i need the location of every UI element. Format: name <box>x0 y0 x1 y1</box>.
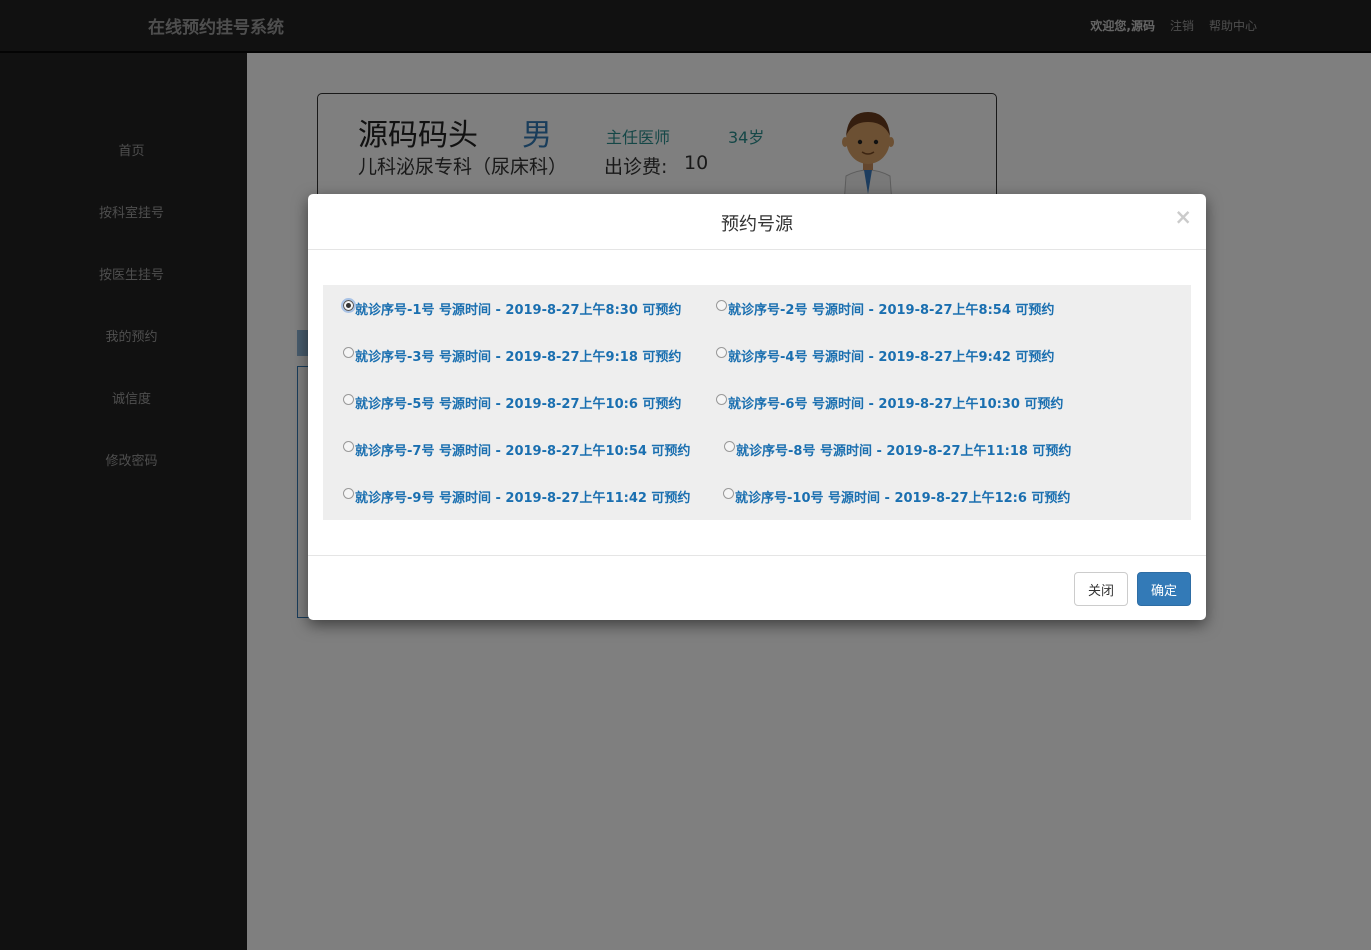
slot-option-9[interactable]: 就诊序号-9号 号源时间 - 2019-8-27上午11:42 可预约 <box>343 487 690 506</box>
radio-button[interactable] <box>341 298 356 313</box>
radio-button[interactable] <box>343 394 354 405</box>
slot-option-3[interactable]: 就诊序号-3号 号源时间 - 2019-8-27上午9:18 可预约 <box>343 346 681 365</box>
modal-title: 预约号源 <box>721 214 793 235</box>
slot-label: 就诊序号-4号 号源时间 - 2019-8-27上午9:42 可预约 <box>728 350 1055 365</box>
slot-label: 就诊序号-2号 号源时间 - 2019-8-27上午8:54 可预约 <box>728 303 1055 318</box>
slot-option-10[interactable]: 就诊序号-10号 号源时间 - 2019-8-27上午12:6 可预约 <box>723 487 1070 506</box>
radio-button[interactable] <box>724 441 735 452</box>
radio-button[interactable] <box>716 300 727 311</box>
slot-option-4[interactable]: 就诊序号-4号 号源时间 - 2019-8-27上午9:42 可预约 <box>716 346 1054 365</box>
close-button[interactable]: 关闭 <box>1074 572 1128 606</box>
slot-label: 就诊序号-8号 号源时间 - 2019-8-27上午11:18 可预约 <box>736 444 1072 459</box>
confirm-button[interactable]: 确定 <box>1137 572 1191 606</box>
slot-option-1[interactable]: 就诊序号-1号 号源时间 - 2019-8-27上午8:30 可预约 <box>341 298 682 318</box>
radio-button[interactable] <box>716 394 727 405</box>
modal-header: 预约号源 × <box>308 194 1206 250</box>
slot-label: 就诊序号-10号 号源时间 - 2019-8-27上午12:6 可预约 <box>735 491 1071 506</box>
radio-button[interactable] <box>343 488 354 499</box>
slot-option-2[interactable]: 就诊序号-2号 号源时间 - 2019-8-27上午8:54 可预约 <box>716 299 1054 318</box>
slot-label: 就诊序号-9号 号源时间 - 2019-8-27上午11:42 可预约 <box>355 491 691 506</box>
slot-option-5[interactable]: 就诊序号-5号 号源时间 - 2019-8-27上午10:6 可预约 <box>343 393 681 412</box>
appointment-modal: 预约号源 × 就诊序号-1号 号源时间 - 2019-8-27上午8:30 可预… <box>308 194 1206 620</box>
slot-list: 就诊序号-1号 号源时间 - 2019-8-27上午8:30 可预约 就诊序号-… <box>323 285 1191 520</box>
close-icon[interactable]: × <box>1174 205 1192 229</box>
radio-button[interactable] <box>343 441 354 452</box>
slot-label: 就诊序号-1号 号源时间 - 2019-8-27上午8:30 可预约 <box>355 303 682 318</box>
slot-option-6[interactable]: 就诊序号-6号 号源时间 - 2019-8-27上午10:30 可预约 <box>716 393 1063 412</box>
slot-option-7[interactable]: 就诊序号-7号 号源时间 - 2019-8-27上午10:54 可预约 <box>343 440 690 459</box>
radio-button[interactable] <box>343 347 354 358</box>
radio-button[interactable] <box>716 347 727 358</box>
slot-label: 就诊序号-7号 号源时间 - 2019-8-27上午10:54 可预约 <box>355 444 691 459</box>
slot-label: 就诊序号-6号 号源时间 - 2019-8-27上午10:30 可预约 <box>728 397 1064 412</box>
modal-footer: 关闭 确定 <box>308 555 1206 621</box>
slot-option-8[interactable]: 就诊序号-8号 号源时间 - 2019-8-27上午11:18 可预约 <box>724 440 1071 459</box>
slot-label: 就诊序号-5号 号源时间 - 2019-8-27上午10:6 可预约 <box>355 397 682 412</box>
radio-button[interactable] <box>723 488 734 499</box>
slot-label: 就诊序号-3号 号源时间 - 2019-8-27上午9:18 可预约 <box>355 350 682 365</box>
